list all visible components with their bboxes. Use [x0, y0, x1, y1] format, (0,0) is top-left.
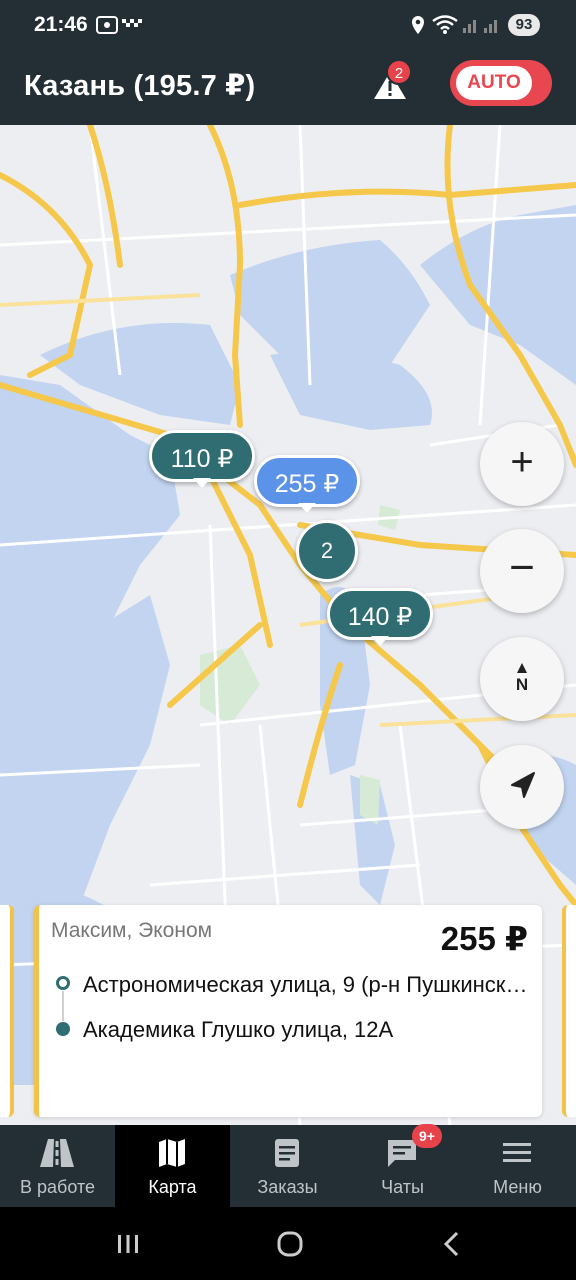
- nav-label: В работе: [19, 1177, 95, 1197]
- taxi-icon: [122, 15, 142, 36]
- road-icon: [40, 1139, 74, 1167]
- dropoff-address: Академика Глушко улица, 12А: [83, 1017, 394, 1042]
- nav-label: Карта: [148, 1177, 197, 1197]
- battery-indicator: 93: [508, 14, 540, 36]
- map-icon: [159, 1139, 185, 1167]
- orders-icon: [275, 1139, 299, 1167]
- next-order-card[interactable]: [562, 905, 576, 1117]
- bottom-navigation: В работе Карта Заказы Чаты Меню: [0, 1125, 576, 1207]
- order-price: 255 ₽: [440, 920, 528, 957]
- signal-icon: [462, 15, 502, 40]
- my-location-button[interactable]: [480, 745, 564, 829]
- compass-button[interactable]: N: [480, 637, 564, 721]
- pickup-dot-icon: [56, 976, 70, 990]
- nav-menu[interactable]: Меню: [460, 1125, 576, 1207]
- dropoff-dot-icon: [56, 1022, 70, 1036]
- order-marker-140[interactable]: 140 ₽: [327, 588, 433, 646]
- nav-label: Заказы: [257, 1177, 318, 1197]
- alert-count-badge: 2: [386, 59, 412, 85]
- nav-in-work[interactable]: В работе: [0, 1125, 115, 1207]
- chat-unread-badge: 9+: [412, 1124, 442, 1148]
- order-marker-110[interactable]: 110 ₽: [149, 430, 255, 488]
- pickup-address: Астрономическая улица, 9 (р-н Пушкинский…: [83, 972, 533, 997]
- order-card[interactable]: Максим, Эконом 255 ₽ Астрономическая ули…: [34, 905, 542, 1117]
- nav-map[interactable]: Карта: [115, 1125, 230, 1207]
- home-icon[interactable]: [270, 1227, 310, 1261]
- auto-toggle[interactable]: AUTO: [450, 60, 552, 106]
- screenshot-icon: [96, 15, 118, 40]
- status-time: 21:46: [34, 13, 88, 36]
- zoom-out-button[interactable]: −: [480, 529, 564, 613]
- back-icon[interactable]: [432, 1227, 472, 1261]
- order-client: Максим, Эконом: [51, 919, 213, 942]
- nav-orders[interactable]: Заказы: [230, 1125, 345, 1207]
- city-balance-title: Казань (195.7 ₽): [24, 70, 256, 102]
- nav-label: Меню: [493, 1177, 542, 1197]
- nav-chats[interactable]: Чаты: [345, 1125, 460, 1207]
- menu-icon: [503, 1143, 531, 1162]
- compass-north-label: N: [515, 675, 529, 694]
- system-navigation-bar: [0, 1207, 576, 1280]
- status-bar: 21:46 93: [0, 0, 576, 52]
- nav-label: Чаты: [381, 1177, 424, 1197]
- location-icon: [410, 15, 426, 40]
- auto-label: AUTO: [456, 66, 532, 100]
- navigation-arrow-icon: [511, 772, 535, 798]
- order-marker-255-selected[interactable]: 255 ₽: [254, 455, 360, 513]
- wifi-icon: [432, 15, 458, 40]
- zoom-in-button[interactable]: +: [480, 422, 564, 506]
- previous-order-card[interactable]: [0, 905, 14, 1117]
- recent-apps-icon[interactable]: [108, 1227, 148, 1261]
- order-cluster-marker[interactable]: 2: [296, 520, 358, 582]
- route-line: [62, 991, 64, 1021]
